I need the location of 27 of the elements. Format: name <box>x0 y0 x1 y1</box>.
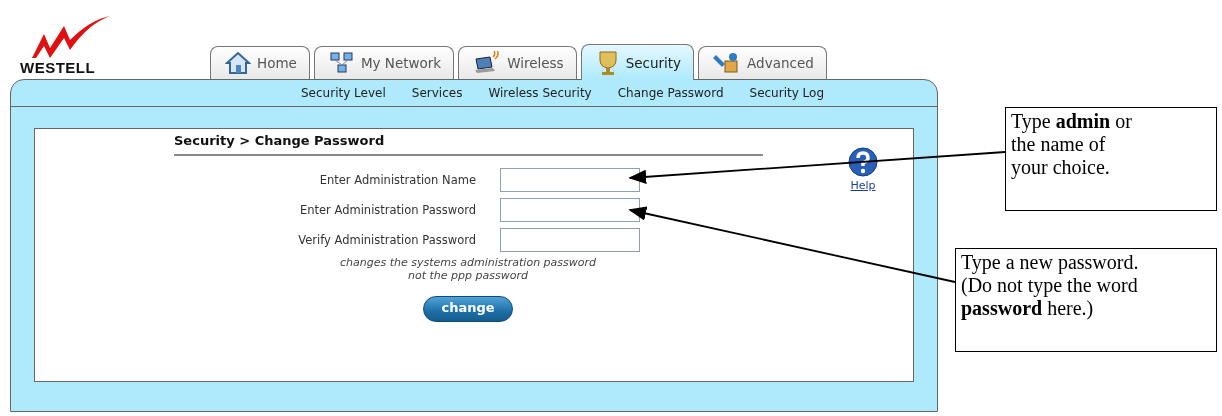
field-label: Enter Administration Name <box>318 173 476 187</box>
nav-tab[interactable]: Wireless <box>458 46 577 79</box>
laptop-signal-icon <box>473 51 502 75</box>
subnav-link[interactable]: Security Log <box>749 86 825 100</box>
logo-text: WESTELL <box>20 59 96 76</box>
nav-tab[interactable]: Security <box>580 44 695 80</box>
nav-tab[interactable]: My Network <box>313 46 455 79</box>
subnav-link[interactable]: Services <box>411 86 463 100</box>
house-icon <box>225 51 251 75</box>
subnav-link[interactable]: Change Password <box>617 86 724 100</box>
input-field[interactable] <box>500 168 640 192</box>
nav-tab[interactable]: Advanced <box>698 46 827 79</box>
computers-icon <box>328 51 355 75</box>
callout-note: Type a new password. (Do not type the word password here.) <box>955 248 1217 352</box>
subnav-link[interactable]: Security Level <box>301 86 386 100</box>
input-field[interactable] <box>500 198 640 222</box>
help-link[interactable]: Help <box>850 179 876 192</box>
change-button[interactable]: change <box>423 296 513 322</box>
hint-text: changes the systems administration password not the ppp password <box>338 256 598 282</box>
field-label: Verify Administration Password <box>297 233 476 247</box>
subnav-link[interactable]: Wireless Security <box>488 86 592 100</box>
callout-note: Type admin or the name of your choice. <box>1005 107 1217 211</box>
help-icon[interactable] <box>848 147 878 177</box>
field-label: Enter Administration Password <box>298 203 476 217</box>
input-field[interactable] <box>500 228 640 252</box>
nav-tab[interactable]: Home <box>210 46 310 79</box>
breadcrumb-title: Security > Change Password <box>174 129 763 156</box>
